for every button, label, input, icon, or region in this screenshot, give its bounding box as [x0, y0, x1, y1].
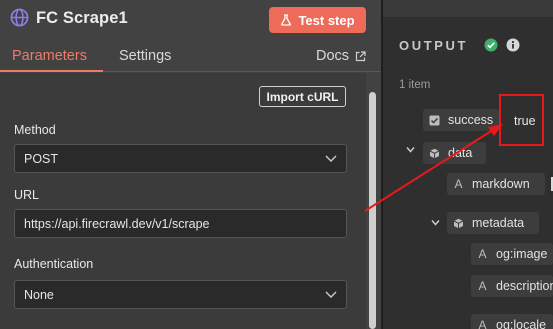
chevron-down-icon: [325, 291, 337, 298]
tree-key-label: og:locale: [496, 318, 547, 329]
form-scrollbar[interactable]: [369, 92, 376, 329]
tree-key-label: description: [496, 279, 553, 293]
string-type-icon: A: [478, 279, 487, 293]
item-count: 1 item: [399, 79, 431, 91]
checkbox-icon: [429, 115, 440, 125]
chevron-down-icon[interactable]: [406, 146, 415, 153]
tree-key-metadata[interactable]: metadata: [447, 212, 539, 234]
tree-key-label: data: [448, 146, 473, 160]
chevron-down-icon[interactable]: [431, 219, 440, 226]
url-value: https://api.firecrawl.dev/v1/scrape: [24, 216, 210, 231]
output-title: OUTPUT: [399, 38, 469, 53]
node-header: FC Scrape1 Test step: [0, 0, 381, 40]
string-type-icon: A: [478, 247, 487, 261]
cube-icon: [453, 218, 464, 228]
tree-key-label: markdown: [472, 177, 530, 191]
highlight-box: [499, 94, 544, 146]
tree-key-data[interactable]: data: [423, 142, 486, 164]
tree-key-success[interactable]: success: [423, 109, 499, 131]
tab-settings[interactable]: Settings: [119, 48, 171, 64]
string-type-icon: A: [454, 177, 463, 191]
authentication-value: None: [24, 287, 54, 302]
test-step-button[interactable]: Test step: [269, 7, 366, 33]
tree-key-og-locale[interactable]: A og:locale: [471, 314, 553, 329]
parameter-tabs: Parameters Settings Docs: [0, 40, 381, 72]
active-tab-indicator: [0, 70, 103, 72]
import-curl-button[interactable]: Import cURL: [259, 86, 346, 107]
string-type-icon: A: [478, 318, 487, 329]
tree-key-description[interactable]: A description: [471, 275, 553, 297]
globe-icon: [10, 8, 29, 27]
tree-key-label: og:image: [496, 247, 548, 261]
authentication-label: Authentication: [14, 257, 94, 271]
tab-parameters[interactable]: Parameters: [12, 48, 87, 64]
url-input[interactable]: https://api.firecrawl.dev/v1/scrape: [14, 209, 347, 238]
cube-icon: [429, 148, 440, 158]
node-title[interactable]: FC Scrape1: [36, 9, 128, 28]
docs-link[interactable]: Docs: [316, 48, 349, 64]
url-label: URL: [14, 188, 40, 202]
tree-key-label: metadata: [472, 216, 525, 230]
tree-key-og-image[interactable]: A og:image: [471, 243, 553, 265]
tree-key-label: success: [448, 113, 494, 127]
output-toolbar-strip: [383, 0, 553, 17]
flask-icon: [281, 14, 292, 26]
method-value: POST: [24, 151, 59, 166]
external-link-icon[interactable]: [355, 51, 366, 62]
check-circle-icon: [484, 38, 498, 52]
test-step-label: Test step: [298, 12, 355, 28]
chevron-down-icon: [325, 155, 337, 162]
authentication-select[interactable]: None: [14, 280, 347, 309]
method-select[interactable]: POST: [14, 144, 347, 173]
method-label: Method: [14, 123, 56, 137]
info-icon[interactable]: [506, 38, 520, 52]
tree-key-markdown[interactable]: A markdown: [447, 173, 545, 195]
